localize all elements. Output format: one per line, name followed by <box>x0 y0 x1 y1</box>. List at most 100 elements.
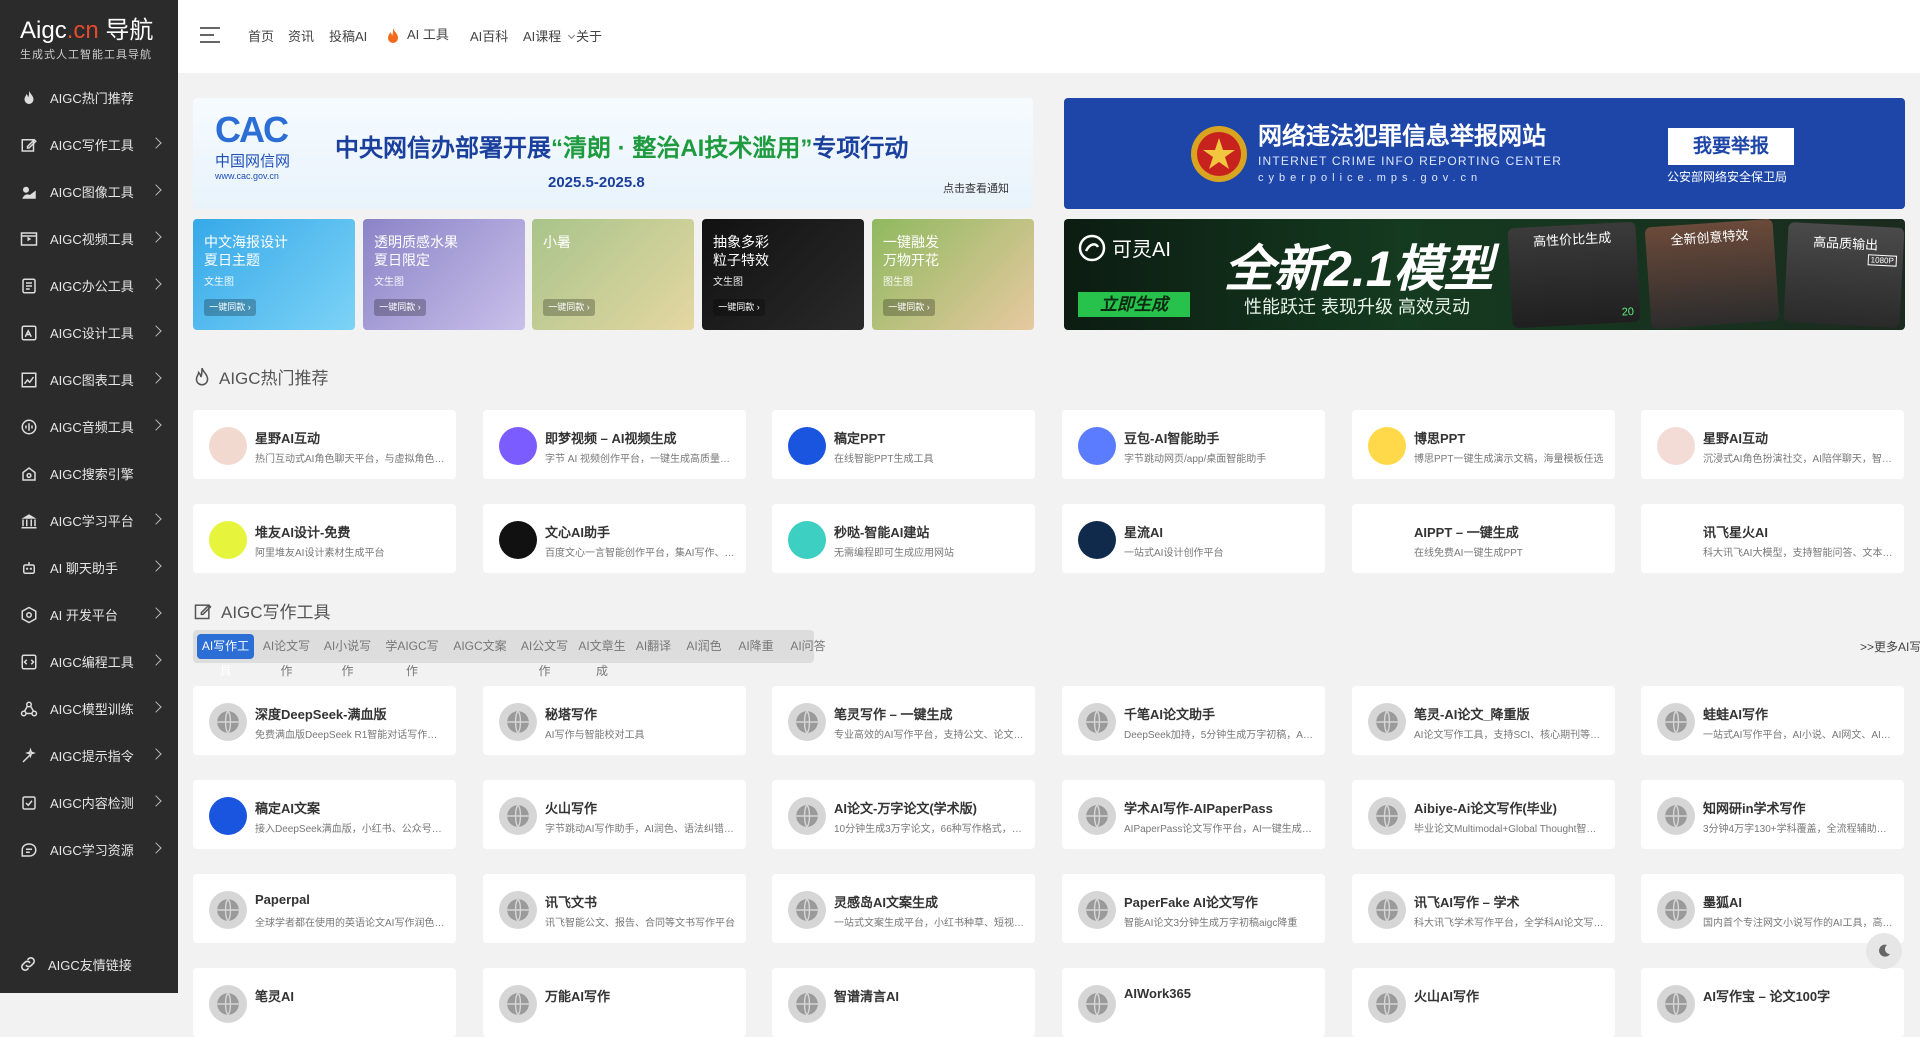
sidebar-friend-links[interactable]: AIGC友情链接 <box>0 942 178 986</box>
nav-home[interactable]: 首页 <box>248 26 274 45</box>
nav-submit-ai[interactable]: 投稿AI <box>329 26 367 45</box>
writing-tile[interactable]: 万能AI写作 <box>483 968 746 1037</box>
writing-tile[interactable]: 蛙蛙AI写作一站式AI写作平台，AI小说、AI网文、AI剧本、AI文案，专业网文… <box>1641 686 1904 755</box>
chevron-right-icon <box>150 231 162 243</box>
hot-tile[interactable]: 讯飞星火AI 科大讯飞AI大模型，支持智能问答、文本创作、多语种翻译等多种功能 <box>1641 504 1904 573</box>
tab-writing-4[interactable]: 学AIGC写作 <box>380 634 444 678</box>
writing-tile[interactable]: 讯飞文书 讯飞智能公文、报告、合同等文书写作平台 <box>483 874 746 943</box>
writing-tile[interactable]: 智谱清言AI <box>772 968 1035 1037</box>
writing-tile[interactable]: 火山AI写作 <box>1352 968 1615 1037</box>
hot-tile[interactable]: 秒哒-智能AI建站 无需编程即可生成应用网站 <box>772 504 1035 573</box>
writing-tile[interactable]: AI写作宝 – 论文100字 <box>1641 968 1904 1037</box>
hot-tile[interactable]: 即梦视频 – AI视频生成字节 AI 视频创作平台，一键生成高质量短视频、动画与… <box>483 410 746 479</box>
feature-card-3[interactable]: 小暑 一键同款 › <box>532 219 694 330</box>
police-en-title: INTERNET CRIME INFO REPORTING CENTER <box>1258 154 1563 168</box>
same-style-button[interactable]: 一键同款 › <box>543 299 595 316</box>
writing-tile[interactable]: 稿定AI文案接入DeepSeek满血版，小红书、公众号、短视频文案一键智能生成 <box>193 780 456 849</box>
theme-toggle-button[interactable] <box>1866 933 1902 969</box>
tab-writing-1[interactable]: AI写作工具 <box>197 634 254 678</box>
menu-toggle-icon[interactable] <box>200 27 220 45</box>
writing-tile[interactable]: 深度DeepSeek-满血版 免费满血版DeepSeek R1智能对话写作工具 <box>193 686 456 755</box>
writing-tile[interactable]: 知网研in学术写作 3分钟4万字130+学科覆盖，全流程辅助论文写作，论文降重P <box>1641 780 1904 849</box>
writing-tile[interactable]: 学术AI写作-AIPaperPass AIPaperPass论文写作平台，AI一键… <box>1062 780 1325 849</box>
writing-tile[interactable]: 千笔AI论文助手 DeepSeek加持，5分钟生成万字初稿，AI论文写作降重一站式… <box>1062 686 1325 755</box>
hot-tile[interactable]: 星野AI互动沉浸式AI角色扮演社交，AI陪伴聊天，智能互动故事与情感交流平台 <box>1641 410 1904 479</box>
writing-tile[interactable]: 笔灵-AI论文_降重版 AI论文写作工具，支持SCI、核心期刊等多种论文格式一键生… <box>1352 686 1615 755</box>
sidebar-item-11[interactable]: AI 聊天助手 <box>0 544 178 591</box>
sidebar-item-12[interactable]: AI 开发平台 <box>0 591 178 638</box>
feature-card-4[interactable]: 抽象多彩 粒子特效 文生图 一键同款 › <box>702 219 864 330</box>
police-banner[interactable]: 网络违法犯罪信息举报网站 INTERNET CRIME INFO REPORTI… <box>1064 98 1905 209</box>
writing-tile[interactable]: Paperpal 全球学者都在使用的英语论文AI写作润色工具，提供语法校对、学术表… <box>193 874 456 943</box>
nav-news[interactable]: 资讯 <box>288 26 314 45</box>
link-icon <box>21 957 35 971</box>
same-style-button[interactable]: 一键同款 › <box>374 299 426 316</box>
tab-writing-5[interactable]: AIGC文案 <box>448 634 512 659</box>
writing-tile[interactable]: 墨狐AI 国内首个专注网文小说写作的AI工具，高效辅助网文作者构思、续写、润色 <box>1641 874 1904 943</box>
hot-tile[interactable]: AIPPT – 一键生成 在线免费AI一键生成PPT <box>1352 504 1615 573</box>
kling-generate-button[interactable]: 立即生成 <box>1078 292 1190 317</box>
sidebar-item-6[interactable]: AIGC设计工具 <box>0 309 178 356</box>
writing-tile[interactable]: PaperFake AI论文写作 智能AI论文3分钟生成万字初稿aigc降重 <box>1062 874 1325 943</box>
hot-tile[interactable]: 星流AI 一站式AI设计创作平台 <box>1062 504 1325 573</box>
sidebar-item-8[interactable]: AIGC音频工具 <box>0 403 178 450</box>
writing-tile[interactable]: 火山写作字节跳动AI写作助手，AI润色、语法纠错，支持中英文多语种智能写作 <box>483 780 746 849</box>
tab-writing-9[interactable]: AI润色 <box>680 634 728 659</box>
tab-writing-8[interactable]: AI翻译 <box>631 634 676 659</box>
writing-tile[interactable]: 笔灵写作 – 一键生成专业高效的AI写作平台，支持公文、论文、报告等多种场景一键… <box>772 686 1035 755</box>
writing-tabs: AI写作工具 AI论文写作 AI小说写作 学AIGC写作 AIGC文案 AI公文写作 AI文… <box>193 630 826 678</box>
hot-tile[interactable]: 星野AI互动热门互动式AI角色聊天平台，与虚拟角色进行沉浸式情感对话与故事 <box>193 410 456 479</box>
hot-tile[interactable]: 堆友AI设计-免费 阿里堆友AI设计素材生成平台 <box>193 504 456 573</box>
writing-tile[interactable]: Aibiye-Ai论文写作(毕业) 毕业论文Multimodal+Global T… <box>1352 780 1615 849</box>
sidebar-item-4[interactable]: AIGC视频工具 <box>0 215 178 262</box>
sidebar-item-10[interactable]: AIGC学习平台 <box>0 497 178 544</box>
sidebar-item-14[interactable]: AIGC模型训练 <box>0 685 178 732</box>
writing-tile[interactable]: 灵感岛AI文案生成一站式文案生成平台，小红书种草、短视频脚本、营销广告文案一键生… <box>772 874 1035 943</box>
tab-writing-7[interactable]: AI文章生成 <box>577 634 627 678</box>
sidebar-item-5[interactable]: AIGC办公工具 <box>0 262 178 309</box>
tab-writing-11[interactable]: AI问答 <box>784 634 832 659</box>
kling-banner[interactable]: 可灵AI 全新2.1模型 性能跃迁 表现升级 高效灵动 立即生成 高性价比生成 … <box>1064 219 1905 330</box>
nav-ai-course[interactable]: AI课程 <box>523 26 576 45</box>
same-style-button[interactable]: 一键同款 › <box>204 299 256 316</box>
nav-about[interactable]: 关于 <box>576 26 602 45</box>
sidebar-item-9[interactable]: AIGC搜索引擎 <box>0 450 178 497</box>
writing-tile[interactable]: 秘塔写作 AI写作与智能校对工具 <box>483 686 746 755</box>
report-button[interactable]: 我要举报 <box>1668 128 1794 165</box>
sidebar-item-17[interactable]: AIGC学习资源 <box>0 826 178 873</box>
sidebar-item-13[interactable]: AIGC编程工具 <box>0 638 178 685</box>
hot-tile[interactable]: 博思PPT 博思PPT一键生成演示文稿，海量模板任选 <box>1352 410 1615 479</box>
feature-card-2[interactable]: 透明质感水果 夏日限定 文生图 一键同款 › <box>363 219 525 330</box>
nav-ai-wiki[interactable]: AI百科 <box>470 26 508 45</box>
same-style-button[interactable]: 一键同款 › <box>713 299 765 316</box>
feature-card-1[interactable]: 中文海报设计 夏日主题 文生图 一键同款 › <box>193 219 355 330</box>
sidebar-item-2[interactable]: AIGC写作工具 <box>0 121 178 168</box>
sidebar-item-16[interactable]: AIGC内容检测 <box>0 779 178 826</box>
cac-notice-link[interactable]: 点击查看通知 <box>943 180 1009 196</box>
same-style-button[interactable]: 一键同款 › <box>883 299 935 316</box>
tab-writing-2[interactable]: AI论文写作 <box>258 634 315 678</box>
feature-card-5[interactable]: 一键融发 万物开花 图生图 一键同款 › <box>872 219 1034 330</box>
sidebar-item-15[interactable]: AIGC提示指令 <box>0 732 178 779</box>
nav-ai-tools[interactable]: AI 工具 <box>385 24 449 45</box>
aippt-icon <box>1368 521 1406 559</box>
tab-writing-3[interactable]: AI小说写作 <box>319 634 376 678</box>
writing-tile[interactable]: 笔灵AI <box>193 968 456 1037</box>
sidebar-item-3[interactable]: AIGC图像工具 <box>0 168 178 215</box>
sidebar-item-1[interactable]: AIGC热门推荐 <box>0 74 178 121</box>
hot-tile[interactable]: 文心AI助手百度文心一言智能创作平台，集AI写作、AI绘画、代码生成于一体 <box>483 504 746 573</box>
hot-tile[interactable]: 稿定PPT 在线智能PPT生成工具 <box>772 410 1035 479</box>
writing-tile[interactable]: 讯飞AI写作 – 学术科大讯飞学术写作平台，全学科AI论文写作、AI文献综述、A… <box>1352 874 1615 943</box>
hot-tile[interactable]: 豆包-AI智能助手 字节跳动网页/app/桌面智能助手 <box>1062 410 1325 479</box>
tab-writing-6[interactable]: AI公文写作 <box>516 634 573 678</box>
sidebar-item-label: AIGC办公工具 <box>50 279 134 294</box>
tab-writing-10[interactable]: AI降重 <box>732 634 780 659</box>
kling-sample-2: 全新创意特效 <box>1644 219 1780 330</box>
writing-tile[interactable]: AIWork365 <box>1062 968 1325 1037</box>
site-logo[interactable]: Aigc.cn 导航 生成式人工智能工具导航 <box>0 0 178 74</box>
cac-banner[interactable]: CAC 中国网信网 www.cac.gov.cn 中央网信办部署开展“清朗 · … <box>193 98 1033 209</box>
writing-tile[interactable]: AI论文-万字论文(学术版) 10分钟生成3万字论文，66种写作格式，720+学科… <box>772 780 1035 849</box>
tile-name: Paperpal <box>255 892 310 907</box>
sidebar-item-7[interactable]: AIGC图表工具 <box>0 356 178 403</box>
more-writing-link[interactable]: >>更多AI写作 <box>1860 638 1920 655</box>
